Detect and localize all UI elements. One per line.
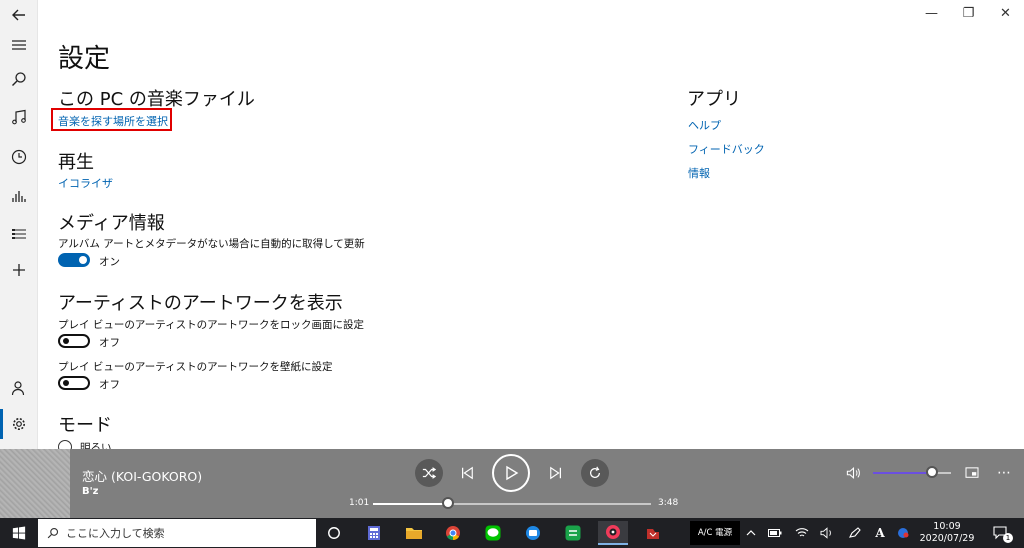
previous-button[interactable] [456, 461, 478, 485]
spreadsheet-app-icon[interactable] [558, 521, 588, 545]
volume-button[interactable] [842, 463, 864, 483]
pen-icon[interactable] [846, 518, 864, 548]
search-icon [47, 527, 59, 539]
now-playing-bars-icon[interactable] [0, 181, 38, 211]
ac-power-tooltip: A/C 電源 [690, 521, 740, 545]
groove-music-window: — ❐ ✕ 設定 この PC の音楽ファイル 音楽を探す場所を選択 再生 イコラ… [0, 0, 1024, 518]
line-app-icon[interactable] [478, 521, 508, 545]
page-title: 設定 [58, 44, 111, 74]
duration-time: 3:48 [658, 498, 679, 508]
next-button[interactable] [545, 461, 567, 485]
album-art[interactable] [0, 449, 70, 518]
speaker-tray-icon[interactable] [818, 518, 836, 548]
calculator-icon[interactable] [359, 521, 389, 545]
wifi-icon[interactable] [793, 518, 811, 548]
music-note-icon[interactable] [0, 102, 38, 132]
shuffle-icon [422, 467, 436, 479]
mode-light-label: 明るい [80, 442, 112, 449]
hamburger-menu-icon[interactable] [0, 30, 38, 60]
artist-artwork-heading: アーティストのアートワークを表示 [58, 293, 343, 314]
maximize-button[interactable]: ❐ [950, 0, 987, 26]
feedback-link[interactable]: フィードバック [688, 141, 765, 157]
minimize-button[interactable]: — [913, 0, 950, 26]
recent-clock-icon[interactable] [0, 142, 38, 172]
speaker-icon [846, 467, 860, 479]
play-button[interactable] [492, 454, 530, 492]
mini-player-icon [965, 467, 979, 478]
taskbar-search-box[interactable]: ここに入力して検索 [38, 519, 316, 547]
taskbar-clock[interactable]: 10:09 2020/07/29 [917, 521, 977, 545]
lock-screen-description: プレイ ビューのアーティストのアートワークをロック画面に設定 [58, 319, 364, 331]
app-heading: アプリ [687, 89, 741, 110]
back-arrow-icon[interactable] [0, 0, 38, 30]
play-icon [506, 465, 519, 481]
choose-music-location-link[interactable]: 音楽を探す場所を選択 [58, 113, 168, 129]
close-button[interactable]: ✕ [987, 0, 1024, 26]
media-info-toggle[interactable] [58, 253, 90, 267]
mini-player-button[interactable] [962, 463, 982, 483]
media-info-heading: メディア情報 [58, 213, 165, 234]
lock-screen-toggle[interactable] [58, 334, 90, 348]
equalizer-link[interactable]: イコライザ [58, 175, 113, 191]
player-bar: 恋心 (KOI-GOKORO) B'z 1:01 3:48 ⋯ [0, 449, 1024, 518]
wallpaper-toggle[interactable] [58, 376, 90, 390]
song-title[interactable]: 恋心 (KOI-GOKORO) [82, 466, 202, 485]
add-icon[interactable] [0, 255, 38, 285]
repeat-icon [590, 466, 600, 478]
window-controls: — ❐ ✕ [913, 0, 1024, 28]
app-icon-red[interactable] [638, 521, 668, 545]
more-options-icon[interactable]: ⋯ [994, 463, 1014, 483]
wallpaper-description: プレイ ビューのアーティストのアートワークを壁紙に設定 [58, 361, 333, 373]
about-link[interactable]: 情報 [688, 165, 710, 181]
clock-date: 2020/07/29 [919, 533, 975, 544]
playlist-icon[interactable] [0, 219, 38, 249]
windows-taskbar: ここに入力して検索 A/C 電源 A 10:09 2020/07/29 1 [0, 518, 1024, 548]
search-placeholder: ここに入力して検索 [66, 527, 165, 540]
next-icon [550, 466, 561, 480]
media-info-toggle-label: オン [99, 256, 120, 268]
media-info-description: アルバム アートとメタデータがない場合に自動的に取得して更新 [58, 238, 365, 250]
elapsed-time: 1:01 [349, 498, 370, 508]
settings-gear-icon[interactable] [0, 409, 38, 439]
volume-slider-fill [873, 472, 932, 474]
cortana-icon[interactable] [319, 521, 349, 545]
seek-thumb[interactable] [442, 497, 455, 509]
cloud-sync-icon[interactable] [894, 518, 912, 548]
messaging-app-icon[interactable] [518, 521, 548, 545]
start-button[interactable] [0, 518, 38, 548]
battery-icon[interactable] [766, 518, 784, 548]
lock-screen-toggle-label: オフ [99, 337, 120, 349]
mode-heading: モード [58, 415, 112, 436]
windows-logo-icon [12, 526, 26, 540]
playback-heading: 再生 [58, 152, 94, 173]
groove-music-taskbar-icon[interactable] [598, 521, 628, 545]
notification-count-badge: 1 [1003, 533, 1013, 543]
volume-thumb[interactable] [925, 466, 938, 478]
search-icon[interactable] [0, 64, 38, 94]
help-link[interactable]: ヘルプ [688, 117, 721, 133]
notification-center-button[interactable]: 1 [988, 518, 1014, 548]
ime-mode-indicator[interactable]: A [873, 518, 887, 548]
wallpaper-toggle-label: オフ [99, 379, 120, 391]
chrome-icon[interactable] [438, 521, 468, 545]
repeat-button[interactable] [581, 459, 609, 487]
file-explorer-icon[interactable] [399, 521, 429, 545]
nav-rail [0, 0, 38, 449]
tray-overflow-chevron-icon[interactable] [744, 518, 758, 548]
artist-name[interactable]: B'z [82, 486, 99, 497]
shuffle-button[interactable] [415, 459, 443, 487]
account-icon[interactable] [0, 373, 38, 403]
clock-time: 10:09 [933, 521, 961, 532]
previous-icon [462, 466, 473, 480]
seek-bar-fill [373, 503, 449, 505]
